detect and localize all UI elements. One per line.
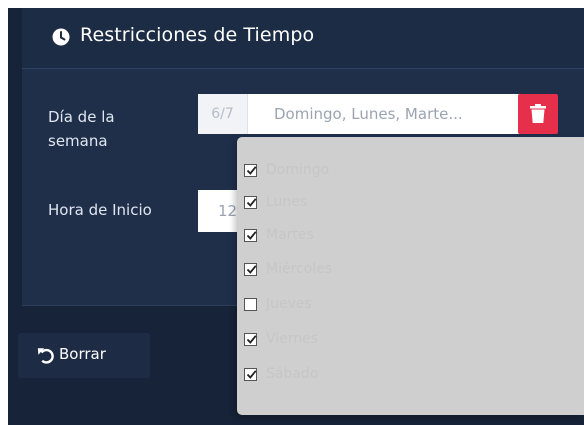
trash-icon bbox=[530, 104, 546, 123]
delete-button[interactable] bbox=[518, 94, 558, 134]
checkmark-icon bbox=[246, 335, 257, 344]
day-option-miercoles[interactable]: Miércoles bbox=[244, 260, 564, 280]
day-of-week-label: Día de la semana bbox=[48, 108, 115, 150]
checkbox[interactable] bbox=[244, 298, 257, 311]
reset-button[interactable]: Borrar bbox=[18, 333, 150, 378]
checkbox[interactable] bbox=[244, 333, 257, 346]
day-option-viernes[interactable]: Viernes bbox=[244, 330, 564, 350]
checkmark-icon bbox=[246, 231, 257, 240]
undo-icon bbox=[37, 348, 54, 364]
selected-days-counter: 6/7 bbox=[198, 94, 248, 134]
day-option-domingo[interactable]: Domingo bbox=[244, 161, 564, 181]
reset-button-label: Borrar bbox=[59, 345, 106, 363]
day-option-lunes[interactable]: Lunes bbox=[244, 193, 564, 213]
day-of-week-select[interactable]: Domingo, Lunes, Marte... bbox=[248, 94, 518, 134]
day-option-label: Viernes bbox=[266, 331, 319, 347]
day-option-label: Sábado bbox=[266, 366, 319, 382]
checkmark-icon bbox=[246, 265, 257, 274]
day-of-week-field: 6/7 Domingo, Lunes, Marte... bbox=[198, 94, 558, 134]
day-option-label: Lunes bbox=[266, 194, 308, 210]
checkbox[interactable] bbox=[244, 164, 257, 177]
checkbox[interactable] bbox=[244, 229, 257, 242]
day-option-martes[interactable]: Martes bbox=[244, 226, 564, 246]
day-option-label: Martes bbox=[266, 227, 314, 243]
start-time-label: Hora de Inicio bbox=[48, 201, 152, 219]
checkmark-icon bbox=[246, 370, 257, 379]
day-options-dropdown: Domingo Lunes Martes Miércoles Jueves Vi… bbox=[237, 137, 584, 415]
day-option-label: Jueves bbox=[266, 296, 312, 312]
checkbox[interactable] bbox=[244, 368, 257, 381]
clock-icon bbox=[52, 28, 70, 46]
day-option-jueves[interactable]: Jueves bbox=[244, 295, 564, 315]
day-option-sabado[interactable]: Sábado bbox=[244, 365, 564, 385]
checkbox[interactable] bbox=[244, 263, 257, 276]
day-option-label: Miércoles bbox=[266, 261, 333, 277]
checkbox[interactable] bbox=[244, 196, 257, 209]
day-option-label: Domingo bbox=[266, 162, 330, 178]
panel-title: Restricciones de Tiempo bbox=[80, 24, 315, 46]
panel-header: Restricciones de Tiempo bbox=[22, 8, 584, 69]
checkmark-icon bbox=[246, 198, 257, 207]
checkmark-icon bbox=[246, 166, 257, 175]
